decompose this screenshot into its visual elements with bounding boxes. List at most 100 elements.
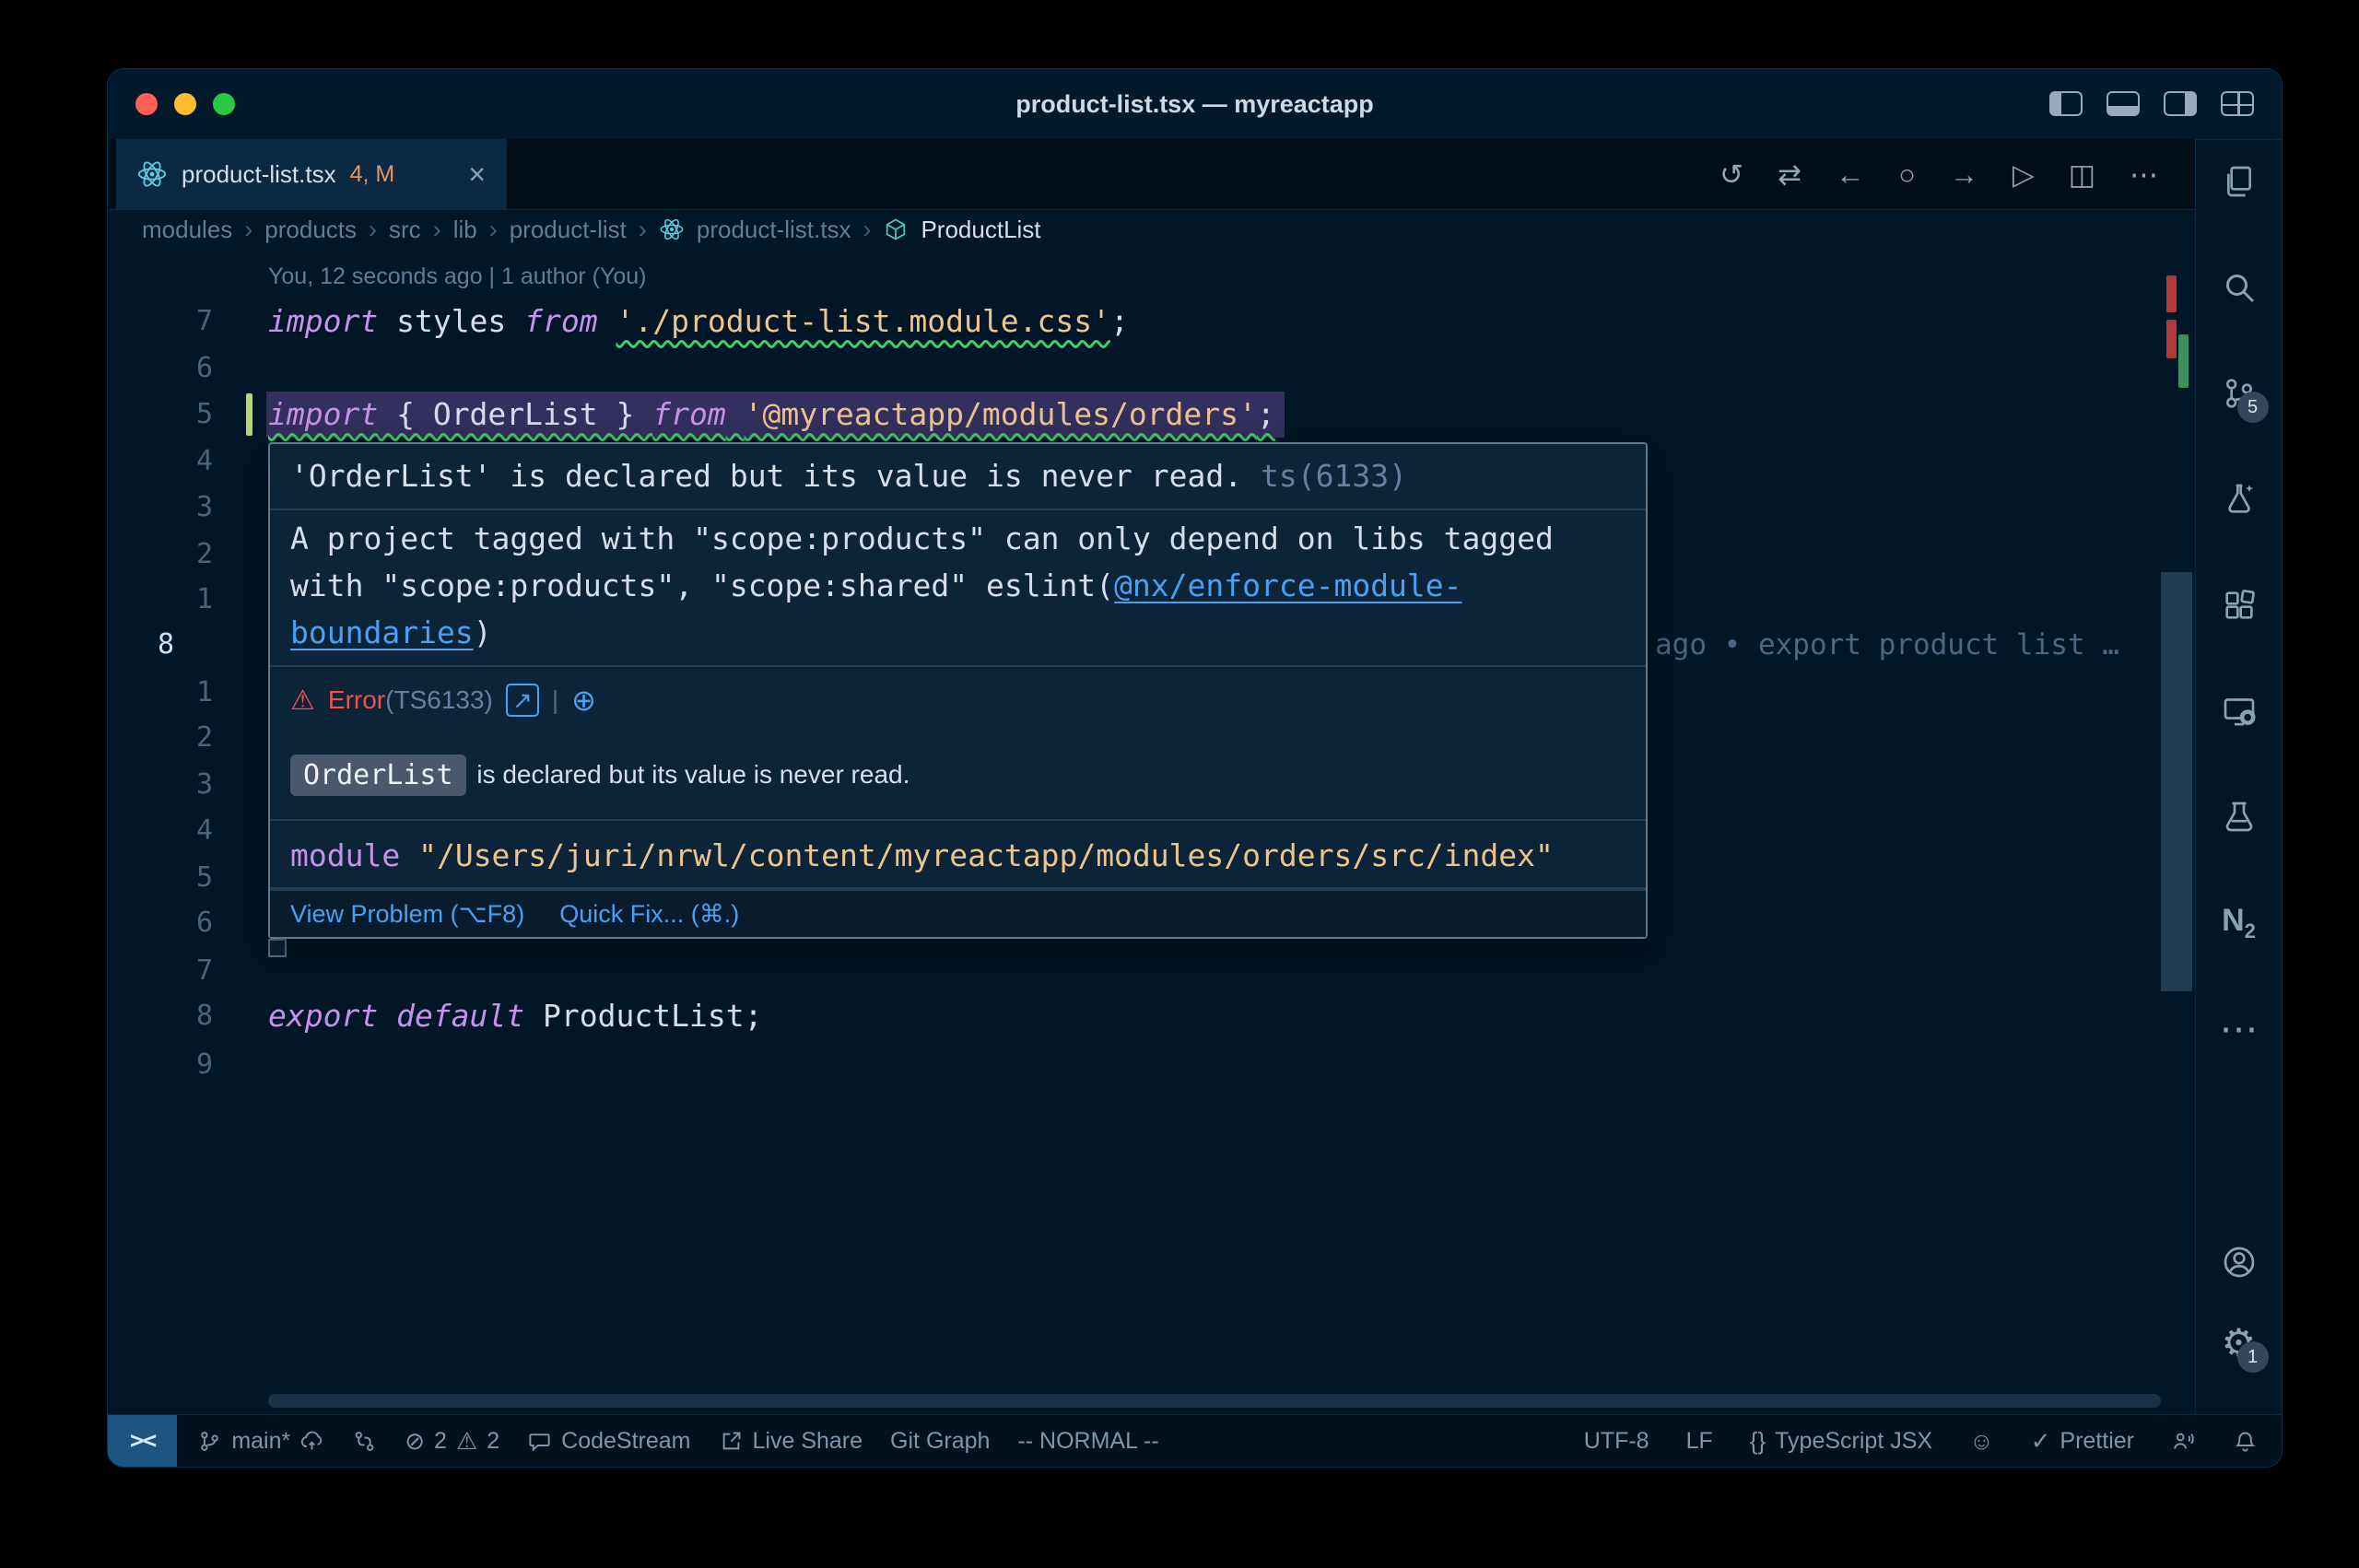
open-external-icon[interactable]: ↗ xyxy=(506,684,539,717)
encoding-status-item[interactable]: UTF-8 xyxy=(1584,1428,1649,1455)
git-graph-label: Git Graph xyxy=(890,1428,990,1455)
share-icon xyxy=(719,1429,744,1454)
live-share-status-item[interactable]: Live Share xyxy=(719,1428,863,1455)
codestream-status-item[interactable]: CodeStream xyxy=(527,1428,690,1455)
navigate-back-icon[interactable]: ← xyxy=(1836,160,1864,189)
close-tab-icon[interactable]: × xyxy=(468,159,486,189)
feedback-smiley-item[interactable]: ☺ xyxy=(1969,1429,1994,1453)
git-graph-status-item[interactable]: Git Graph xyxy=(890,1428,990,1455)
gitlens-codelens[interactable]: You, 12 seconds ago | 1 author (You) xyxy=(268,256,647,297)
run-file-icon[interactable]: ▷ xyxy=(2013,160,2035,189)
eslint-rule-link[interactable]: boundaries xyxy=(290,614,474,650)
code-line-export[interactable]: export default ProductList; xyxy=(268,993,762,1039)
git-gutter-change-indicator xyxy=(246,393,252,436)
language-status-item[interactable]: {} TypeScript JSX xyxy=(1750,1428,1932,1455)
ts-diagnostic-row: 'OrderList' is declared but its value is… xyxy=(270,444,1646,509)
breadcrumb-item-modules[interactable]: modules xyxy=(142,216,232,244)
code-line-import-styles[interactable]: import styles from './product-list.modul… xyxy=(268,298,1129,345)
encoding-label: UTF-8 xyxy=(1584,1428,1649,1455)
check-icon: ✓ xyxy=(2031,1429,2051,1453)
overview-ruler-error-mark xyxy=(2166,320,2177,358)
react-icon xyxy=(136,158,168,190)
eslint-message-line1: A project tagged with "scope:products" c… xyxy=(290,515,1554,562)
vim-mode-status-item[interactable]: -- NORMAL -- xyxy=(1017,1428,1158,1455)
nx-n: N xyxy=(2222,903,2245,938)
layout-controls xyxy=(2049,91,2254,116)
chevron-right-icon: › xyxy=(489,216,498,244)
breadcrumb-item-lib[interactable]: lib xyxy=(453,216,477,244)
cloud-upload-icon xyxy=(299,1429,324,1454)
quick-fix-link[interactable]: Quick Fix... (⌘.) xyxy=(559,900,739,929)
hover-footer: View Problem (⌥F8) Quick Fix... (⌘.) xyxy=(270,889,1646,937)
problems-status-item[interactable]: ⊘ 2 ⚠ 2 xyxy=(405,1428,499,1455)
split-editor-icon[interactable]: ◫ xyxy=(2069,160,2095,189)
settings-gear-icon[interactable]: ⚙ 1 xyxy=(2219,1323,2259,1363)
line-number: 7 xyxy=(108,948,213,994)
keywords-export-default: export default xyxy=(268,998,524,1034)
overview-ruler-error-mark xyxy=(2166,275,2177,312)
git-compare-status-item[interactable] xyxy=(352,1429,377,1454)
hover-resize-grip[interactable] xyxy=(268,939,287,957)
breadcrumb-item-products[interactable]: products xyxy=(264,216,357,244)
breadcrumb-item-src[interactable]: src xyxy=(389,216,421,244)
compare-changes-icon[interactable]: ⇄ xyxy=(1778,160,1802,189)
view-problem-link[interactable]: View Problem (⌥F8) xyxy=(290,900,524,929)
account-icon[interactable] xyxy=(2219,1242,2259,1282)
branch-status-item[interactable]: main* xyxy=(197,1428,324,1455)
testing-flask-icon[interactable] xyxy=(2219,797,2259,837)
module-path-row: module "/Users/juri/nrwl/content/myreact… xyxy=(290,833,1554,879)
source-control-icon[interactable]: 5 xyxy=(2219,373,2259,414)
divider xyxy=(270,509,1646,510)
prettier-label: Prettier xyxy=(2060,1428,2134,1455)
line-number: 6 xyxy=(108,345,213,392)
breadcrumb-item-product-list[interactable]: product-list xyxy=(510,216,627,244)
horizontal-scrollbar[interactable] xyxy=(268,1394,2161,1408)
remote-indicator[interactable]: >< xyxy=(108,1415,177,1467)
breadcrumb-item-symbol[interactable]: ProductList xyxy=(921,216,1040,244)
customize-layout-icon[interactable] xyxy=(2221,91,2254,116)
window-title: product-list.tsx — myreactapp xyxy=(1015,69,1374,139)
live-share-label: Live Share xyxy=(753,1428,863,1455)
minimize-window-button[interactable] xyxy=(174,93,196,115)
editor-pane[interactable]: 7 6 5 4 3 2 1 8 1 2 3 4 5 6 7 8 9 You, 1… xyxy=(108,250,2195,1415)
more-actions-icon[interactable]: ⋯ xyxy=(2130,160,2158,189)
toggle-secondary-sidebar-icon[interactable] xyxy=(2164,91,2197,116)
tab-product-list[interactable]: product-list.tsx 4, M × xyxy=(116,139,507,209)
code-line-import-orders[interactable]: import { OrderList } from '@myreactapp/m… xyxy=(266,392,1285,438)
breadcrumb-item-file[interactable]: product-list.tsx xyxy=(697,216,851,244)
globe-icon[interactable]: ⊕ xyxy=(571,685,596,715)
error-word: Error xyxy=(328,685,385,714)
toggle-sidebar-icon[interactable] xyxy=(2049,91,2083,116)
symbol-chip: OrderList xyxy=(290,755,466,796)
prettier-status-item[interactable]: ✓ Prettier xyxy=(2031,1428,2134,1455)
close-window-button[interactable] xyxy=(135,93,158,115)
eslint-message-text: with "scope:products", "scope:shared" es… xyxy=(290,568,1114,603)
toggle-panel-icon[interactable] xyxy=(2107,91,2140,116)
breakpoint-icon[interactable]: ○ xyxy=(1898,160,1916,189)
extensions-icon[interactable] xyxy=(2219,585,2259,626)
warning-triangle-icon: ⚠ xyxy=(290,685,315,717)
explorer-icon[interactable] xyxy=(2219,161,2259,202)
more-views-icon[interactable]: ⋯ xyxy=(2219,1009,2259,1049)
beaker-gear-icon[interactable] xyxy=(2219,479,2259,520)
vertical-scrollbar[interactable] xyxy=(2161,572,2192,991)
timeline-icon[interactable]: ↺ xyxy=(1719,160,1743,189)
remote-icon: >< xyxy=(130,1427,155,1455)
search-icon[interactable] xyxy=(2219,267,2259,308)
notifications-item[interactable] xyxy=(2233,1429,2258,1454)
overview-ruler-change-mark xyxy=(2178,334,2189,388)
navigate-forward-icon[interactable]: → xyxy=(1950,160,1978,189)
eslint-rule-link[interactable]: @nx/enforce-module- xyxy=(1114,568,1462,603)
zoom-window-button[interactable] xyxy=(213,93,235,115)
nx-console-icon[interactable]: N2 xyxy=(2219,903,2259,943)
tab-bar: product-list.tsx 4, M × ↺ ⇄ ← ○ → ▷ ◫ ⋯ xyxy=(108,139,2195,210)
activity-bar-bottom: ⚙ 1 xyxy=(2219,1242,2259,1363)
remote-explorer-icon[interactable] xyxy=(2219,691,2259,731)
gitlens-inline-blame: ago • export product list … xyxy=(1655,622,2119,668)
tweet-feedback-item[interactable] xyxy=(2171,1429,2196,1454)
line-number: 1 xyxy=(108,577,213,623)
export-ident: ProductList; xyxy=(524,998,762,1034)
import-ident: styles xyxy=(378,303,524,339)
ts-diagnostic-message: 'OrderList' is declared but its value is… xyxy=(290,458,1242,494)
eol-status-item[interactable]: LF xyxy=(1686,1428,1713,1455)
